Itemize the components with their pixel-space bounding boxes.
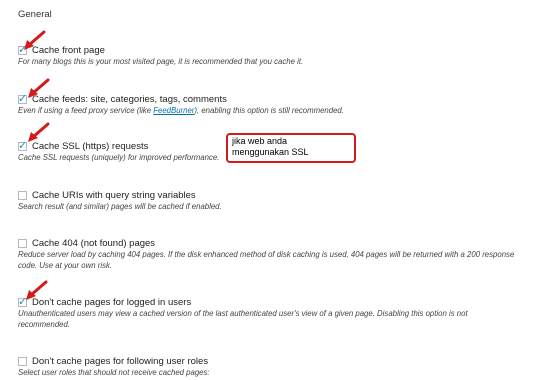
cache-query-string-checkbox[interactable] [18, 190, 27, 200]
option-cache-front-page: Cache front page For many blogs this is … [18, 43, 538, 68]
cache-feeds-desc-before: Even if using a feed proxy service (like [18, 106, 154, 115]
dont-cache-logged-in-label[interactable]: Don't cache pages for logged in users [32, 297, 191, 308]
ssl-callout-annotation: jika web anda menggunakan SSL [226, 133, 356, 163]
arrow-icon [28, 122, 50, 142]
option-cache-feeds: Cache feeds: site, categories, tags, com… [18, 92, 538, 117]
arrow-icon [24, 30, 46, 50]
section-title: General [18, 9, 52, 20]
option-dont-cache-logged-in: Don't cache pages for logged in users Un… [18, 295, 538, 330]
cache-feeds-description: Even if using a feed proxy service (like… [18, 106, 538, 117]
dont-cache-logged-in-desc-line1: Unauthenticated users may view a cached … [18, 309, 468, 318]
cache-feeds-desc-after: ), enabling this option is still recomme… [194, 106, 344, 115]
dont-cache-logged-in-desc-line2: recommended. [18, 319, 71, 329]
cache-404-description: Reduce server load by caching 404 pages.… [18, 250, 538, 271]
cache-404-checkbox[interactable] [18, 238, 27, 248]
option-cache-404: Cache 404 (not found) pages Reduce serve… [18, 237, 538, 271]
dont-cache-logged-in-description: Unauthenticated users may view a cached … [18, 309, 538, 330]
callout-line2: menggunakan SSL [232, 147, 309, 157]
dont-cache-user-roles-label[interactable]: Don't cache pages for following user rol… [32, 356, 208, 367]
option-dont-cache-user-roles: Don't cache pages for following user rol… [18, 355, 538, 379]
cache-query-string-label[interactable]: Cache URIs with query string variables [32, 190, 196, 201]
callout-line1: jika web anda [232, 136, 288, 146]
dont-cache-user-roles-checkbox[interactable] [18, 356, 27, 366]
cache-404-desc-line1: Reduce server load by caching 404 pages.… [18, 250, 515, 259]
dont-cache-user-roles-description: Select user roles that should not receiv… [18, 368, 210, 377]
cache-404-desc-line2: code. Use at your own risk. [18, 260, 113, 270]
cache-query-string-description: Search result (and similar) pages will b… [18, 202, 222, 211]
cache-404-label[interactable]: Cache 404 (not found) pages [32, 238, 155, 249]
feedburner-link[interactable]: FeedBurner [153, 106, 194, 115]
arrow-icon [28, 78, 50, 98]
cache-front-page-description: For many blogs this is your most visited… [18, 57, 304, 66]
cache-feeds-label[interactable]: Cache feeds: site, categories, tags, com… [32, 94, 227, 105]
option-cache-query-string: Cache URIs with query string variables S… [18, 189, 538, 213]
arrow-icon [26, 280, 48, 300]
